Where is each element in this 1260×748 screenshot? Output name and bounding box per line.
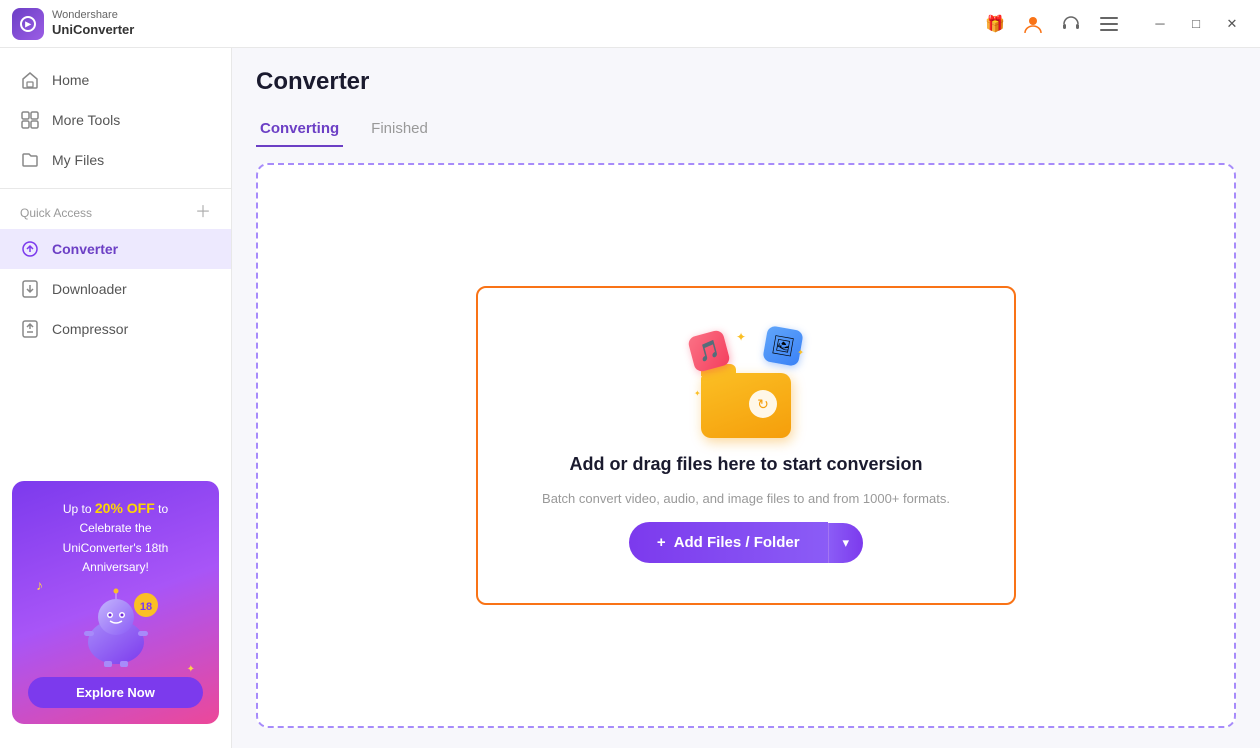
drop-area[interactable]: ↻ 🎵 🖼 ✦ ✦ ✦ Add or drag files here to st… <box>256 163 1236 728</box>
sidebar-item-downloader[interactable]: Downloader <box>0 269 231 309</box>
folder-body: ↻ <box>701 373 791 438</box>
sidebar-divider <box>0 188 231 189</box>
titlebar: Wondershare UniConverter 🎁 <box>0 0 1260 48</box>
my-files-icon <box>20 150 40 170</box>
sidebar-footer: Up to 20% OFF toCelebrate theUniConverte… <box>0 469 231 736</box>
drop-inner: ↻ 🎵 🖼 ✦ ✦ ✦ Add or drag files here to st… <box>476 286 1016 605</box>
window-controls: ─ □ ✕ <box>1144 10 1248 38</box>
folder-arrow-icon: ↻ <box>749 390 777 418</box>
promo-text: Up to 20% OFF toCelebrate theUniConverte… <box>63 497 169 577</box>
sidebar: Home More Tools My Files <box>0 48 232 748</box>
content-area: Converter Converting Finished ↻ 🎵 🖼 ✦ ✦ … <box>232 48 1260 748</box>
sparkle-decoration-2: ✦ <box>797 348 804 357</box>
add-icon: + <box>657 534 666 551</box>
add-button-label: Add Files / Folder <box>674 534 800 551</box>
minimize-button[interactable]: ─ <box>1144 10 1176 38</box>
add-dropdown-button[interactable]: ▾ <box>828 523 864 563</box>
titlebar-left: Wondershare UniConverter <box>12 8 134 40</box>
quick-access-label: Quick Access <box>20 206 92 220</box>
quick-access-add-button[interactable]: ＋ <box>195 205 211 221</box>
sidebar-item-my-files-label: My Files <box>52 152 104 168</box>
add-button-group: + Add Files / Folder ▾ <box>629 522 863 563</box>
sparkle-decoration-3: ✦ <box>694 389 701 398</box>
gift-icon[interactable]: 🎁 <box>984 13 1006 35</box>
main-layout: Home More Tools My Files <box>0 48 1260 748</box>
maximize-button[interactable]: □ <box>1180 10 1212 38</box>
add-files-folder-button[interactable]: + Add Files / Folder <box>629 522 828 563</box>
tab-finished[interactable]: Finished <box>367 112 432 147</box>
converter-icon <box>20 239 40 259</box>
page-title: Converter <box>256 68 1236 96</box>
explore-now-button[interactable]: Explore Now <box>28 677 203 708</box>
drop-illustration: ↻ 🎵 🖼 ✦ ✦ ✦ <box>686 328 806 438</box>
sidebar-item-my-files[interactable]: My Files <box>0 140 231 180</box>
compressor-icon <box>20 319 40 339</box>
promo-text-before: Up to <box>63 502 95 516</box>
home-icon <box>20 70 40 90</box>
downloader-icon <box>20 279 40 299</box>
svg-text:18: 18 <box>139 601 151 613</box>
drop-zone-title: Add or drag files here to start conversi… <box>569 454 922 475</box>
sidebar-item-more-tools[interactable]: More Tools <box>0 100 231 140</box>
quick-access-header: Quick Access ＋ <box>0 197 231 229</box>
sidebar-item-converter-label: Converter <box>52 241 118 257</box>
sidebar-item-converter[interactable]: Converter <box>0 229 231 269</box>
sidebar-item-home-label: Home <box>52 72 89 88</box>
menu-icon[interactable] <box>1098 13 1120 35</box>
sidebar-item-downloader-label: Downloader <box>52 281 127 297</box>
sidebar-item-compressor[interactable]: Compressor <box>0 309 231 349</box>
promo-card: Up to 20% OFF toCelebrate theUniConverte… <box>12 481 219 724</box>
tab-converting[interactable]: Converting <box>256 112 343 147</box>
promo-discount: 20% OFF <box>95 500 155 516</box>
app-name: Wondershare UniConverter <box>52 9 134 38</box>
sparkle-decoration-1: ✦ <box>736 330 746 344</box>
user-icon[interactable] <box>1022 13 1044 35</box>
app-logo <box>12 8 44 40</box>
close-button[interactable]: ✕ <box>1216 10 1248 38</box>
sidebar-item-more-tools-label: More Tools <box>52 112 120 128</box>
more-tools-icon <box>20 110 40 130</box>
sidebar-item-home[interactable]: Home <box>0 60 231 100</box>
promo-art: 18 <box>28 577 203 677</box>
drop-zone-subtitle: Batch convert video, audio, and image fi… <box>542 491 950 506</box>
tabs: Converting Finished <box>256 112 1236 147</box>
image-file-icon: 🖼 <box>762 325 804 367</box>
titlebar-right: 🎁 ─ □ ✕ <box>984 10 1248 38</box>
headset-icon[interactable] <box>1060 13 1082 35</box>
sidebar-item-compressor-label: Compressor <box>52 321 128 337</box>
